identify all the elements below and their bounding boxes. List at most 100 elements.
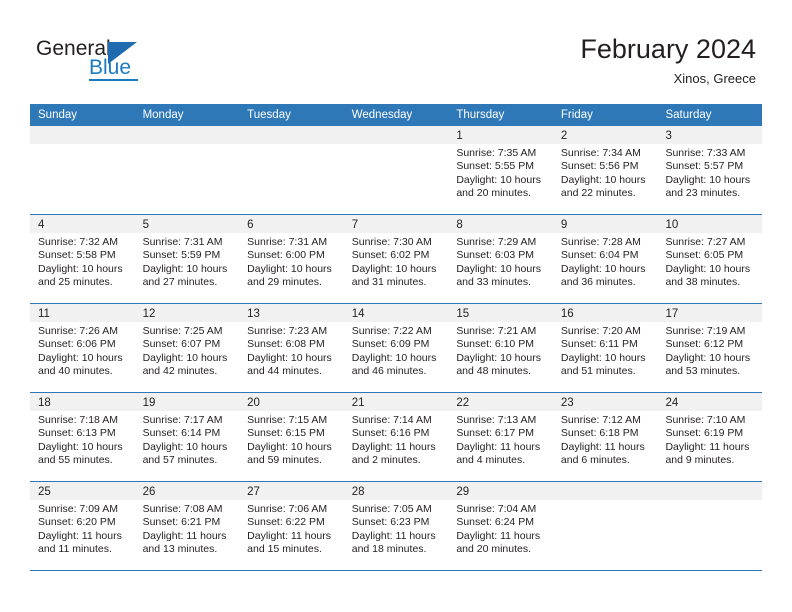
calendar-day-cell[interactable]: 4 Sunrise: 7:32 AM Sunset: 5:58 PM Daylight…: [30, 215, 135, 303]
day-number: 10: [665, 219, 679, 231]
calendar-day-cell[interactable]: 1 Sunrise: 7:35 AM Sunset: 5:55 PM Daylight…: [448, 126, 553, 214]
sunrise-text: Sunrise: 7:13 AM: [456, 414, 537, 426]
sunset-text: Sunset: 6:13 PM: [38, 427, 116, 440]
daylight-text-line1: Daylight: 10 hours: [142, 440, 228, 453]
day-number: 18: [38, 397, 51, 409]
sunset-text: Sunset: 6:16 PM: [351, 427, 430, 440]
weekday-header-row: Sunday Monday Tuesday Wednesday Thursday…: [30, 104, 762, 126]
day-number: 14: [351, 308, 365, 320]
calendar-day-cell[interactable]: 29 Sunrise: 7:04 AM Sunset: 6:24 PM Dayligh…: [448, 482, 553, 570]
daylight-text-line2: and 6 minutes.: [560, 454, 630, 467]
daylight-text-line2: and 40 minutes.: [38, 365, 113, 378]
calendar-day-cell[interactable]: 23 Sunrise: 7:12 AM Sunset: 6:18 PM Dayligh…: [552, 393, 658, 481]
daylight-text-line1: Daylight: 10 hours: [142, 262, 228, 275]
sunrise-text: Sunrise: 7:20 AM: [560, 325, 641, 337]
daylight-text-line1: Daylight: 11 hours: [456, 440, 541, 453]
calendar-day-cell[interactable]: 7 Sunrise: 7:30 AM Sunset: 6:02 PM Daylight…: [343, 215, 449, 303]
calendar-day-cell[interactable]: 18 Sunrise: 7:18 AM Sunset: 6:13 PM Dayligh…: [30, 393, 135, 481]
calendar-day-cell[interactable]: 17 Sunrise: 7:19 AM Sunset: 6:12 PM Dayligh…: [657, 304, 763, 392]
daylight-text-line2: and 9 minutes.: [665, 454, 735, 467]
daylight-text-line2: and 33 minutes.: [456, 276, 532, 289]
sunrise-text: Sunrise: 7:09 AM: [38, 503, 118, 515]
sunrise-text: Sunrise: 7:22 AM: [351, 325, 432, 337]
day-number-band: 24: [657, 393, 763, 411]
calendar-day-cell-empty: [134, 126, 240, 214]
day-details: Sunrise: 7:34 AM Sunset: 5:56 PM Daylight:…: [553, 144, 658, 201]
calendar-week-row: 1 Sunrise: 7:35 AM Sunset: 5:55 PM Daylight…: [30, 126, 763, 215]
calendar-grid: Sunday Monday Tuesday Wednesday Thursday…: [30, 104, 763, 571]
sunset-text: Sunset: 6:19 PM: [665, 427, 744, 440]
day-number: 26: [142, 486, 156, 498]
day-details: Sunrise: 7:18 AM Sunset: 6:13 PM Daylight:…: [30, 411, 135, 468]
day-number-band: 27: [239, 482, 344, 500]
calendar-day-cell[interactable]: 13 Sunrise: 7:23 AM Sunset: 6:08 PM Dayligh…: [239, 304, 344, 392]
calendar-day-cell[interactable]: 25 Sunrise: 7:09 AM Sunset: 6:20 PM Dayligh…: [30, 482, 135, 570]
calendar-day-cell[interactable]: 8 Sunrise: 7:29 AM Sunset: 6:03 PM Daylight…: [448, 215, 553, 303]
calendar-day-cell[interactable]: 20 Sunrise: 7:15 AM Sunset: 6:15 PM Dayligh…: [239, 393, 344, 481]
weekday-thursday: Thursday: [456, 109, 505, 121]
sunset-text: Sunset: 6:11 PM: [560, 338, 638, 351]
day-number-band: 1: [448, 126, 553, 144]
calendar-day-cell[interactable]: 3 Sunrise: 7:33 AM Sunset: 5:57 PM Daylight…: [657, 126, 763, 214]
calendar-day-cell[interactable]: 19 Sunrise: 7:17 AM Sunset: 6:14 PM Dayligh…: [134, 393, 240, 481]
daylight-text-line2: and 42 minutes.: [142, 365, 218, 378]
sunrise-text: Sunrise: 7:08 AM: [142, 503, 223, 515]
daylight-text-line1: Daylight: 10 hours: [560, 173, 646, 186]
calendar-day-cell[interactable]: 6 Sunrise: 7:31 AM Sunset: 6:00 PM Daylight…: [239, 215, 344, 303]
day-number-band: [134, 126, 240, 144]
day-number-band: 21: [343, 393, 449, 411]
sunset-text: Sunset: 6:07 PM: [142, 338, 221, 351]
calendar-day-cell[interactable]: 14 Sunrise: 7:22 AM Sunset: 6:09 PM Dayligh…: [343, 304, 449, 392]
day-number-band: 20: [239, 393, 344, 411]
day-number-band: 2: [552, 126, 658, 144]
day-number-band: 25: [30, 482, 135, 500]
day-number: 25: [38, 486, 51, 498]
calendar-day-cell[interactable]: 27 Sunrise: 7:06 AM Sunset: 6:22 PM Dayligh…: [239, 482, 344, 570]
day-number: 5: [142, 219, 149, 231]
sunrise-text: Sunrise: 7:35 AM: [456, 147, 537, 159]
sunrise-text: Sunrise: 7:21 AM: [456, 325, 537, 337]
calendar-day-cell[interactable]: 24 Sunrise: 7:10 AM Sunset: 6:19 PM Dayligh…: [657, 393, 763, 481]
sunset-text: Sunset: 6:17 PM: [456, 427, 534, 440]
sunset-text: Sunset: 6:21 PM: [142, 516, 221, 529]
sunset-text: Sunset: 6:02 PM: [351, 249, 430, 262]
calendar-day-cell[interactable]: 21 Sunrise: 7:14 AM Sunset: 6:16 PM Dayligh…: [343, 393, 449, 481]
daylight-text-line1: Daylight: 10 hours: [247, 351, 332, 364]
calendar-day-cell[interactable]: 12 Sunrise: 7:25 AM Sunset: 6:07 PM Dayligh…: [134, 304, 240, 392]
calendar-day-cell[interactable]: 9 Sunrise: 7:28 AM Sunset: 6:04 PM Daylight…: [552, 215, 658, 303]
day-number-band: 15: [448, 304, 553, 322]
day-number-band: 7: [343, 215, 449, 233]
day-number-band: 29: [448, 482, 553, 500]
sunrise-text: Sunrise: 7:27 AM: [665, 236, 746, 248]
calendar-day-cell[interactable]: 11 Sunrise: 7:26 AM Sunset: 6:06 PM Dayligh…: [30, 304, 135, 392]
daylight-text-line1: Daylight: 10 hours: [560, 351, 646, 364]
general-blue-logo[interactable]: General Blue: [36, 38, 186, 86]
day-number-band: 28: [343, 482, 449, 500]
day-details: Sunrise: 7:04 AM Sunset: 6:24 PM Daylight:…: [448, 500, 553, 557]
day-details: Sunrise: 7:31 AM Sunset: 5:59 PM Daylight:…: [135, 233, 240, 290]
weekday-wednesday: Wednesday: [351, 109, 413, 121]
day-details: Sunrise: 7:10 AM Sunset: 6:19 PM Daylight:…: [657, 411, 762, 468]
day-number: 13: [247, 308, 260, 320]
calendar-day-cell-empty: [552, 482, 658, 570]
sunset-text: Sunset: 6:24 PM: [456, 516, 534, 529]
day-details: Sunrise: 7:12 AM Sunset: 6:18 PM Daylight:…: [553, 411, 658, 468]
daylight-text-line2: and 18 minutes.: [351, 543, 427, 556]
calendar-day-cell-empty: [239, 126, 344, 214]
calendar-day-cell[interactable]: 10 Sunrise: 7:27 AM Sunset: 6:05 PM Dayligh…: [657, 215, 763, 303]
calendar-day-cell[interactable]: 2 Sunrise: 7:34 AM Sunset: 5:56 PM Daylight…: [552, 126, 658, 214]
page-subtitle: Xinos, Greece: [673, 71, 756, 86]
sunrise-text: Sunrise: 7:05 AM: [351, 503, 432, 515]
daylight-text-line1: Daylight: 11 hours: [351, 529, 436, 542]
calendar-day-cell[interactable]: 16 Sunrise: 7:20 AM Sunset: 6:11 PM Dayligh…: [552, 304, 658, 392]
day-number: 17: [665, 308, 679, 320]
day-number-band: 10: [657, 215, 763, 233]
calendar-day-cell[interactable]: 26 Sunrise: 7:08 AM Sunset: 6:21 PM Dayligh…: [134, 482, 240, 570]
day-number-band: 23: [552, 393, 658, 411]
calendar-day-cell[interactable]: 5 Sunrise: 7:31 AM Sunset: 5:59 PM Daylight…: [134, 215, 240, 303]
calendar-day-cell[interactable]: 28 Sunrise: 7:05 AM Sunset: 6:23 PM Dayligh…: [343, 482, 449, 570]
sunrise-text: Sunrise: 7:10 AM: [665, 414, 746, 426]
day-number-band: 14: [343, 304, 449, 322]
calendar-day-cell[interactable]: 15 Sunrise: 7:21 AM Sunset: 6:10 PM Dayligh…: [448, 304, 553, 392]
calendar-day-cell[interactable]: 22 Sunrise: 7:13 AM Sunset: 6:17 PM Dayligh…: [448, 393, 553, 481]
